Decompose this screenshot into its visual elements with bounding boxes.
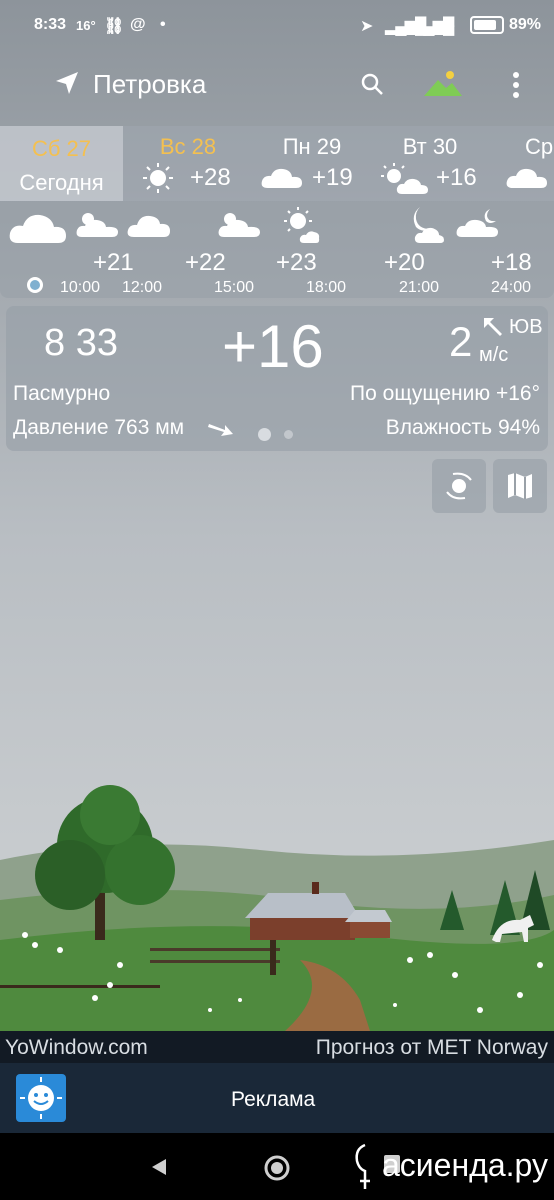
wind-speed: 2 (449, 318, 473, 365)
partly-cloudy-icon (76, 213, 118, 237)
day-tuesday[interactable]: Вт 30 +16 (380, 126, 480, 201)
hourly-time: 24:00 (491, 279, 532, 296)
wifi-icon: ◠ (442, 18, 455, 35)
hourly-forecast: +21 +22 +23 +20 +18 10:00 12:00 15:00 18… (0, 201, 554, 298)
hourly-temp: +22 (185, 249, 226, 276)
sun-icon (143, 163, 173, 193)
hourly-time: 21:00 (399, 279, 440, 296)
ad-bar[interactable]: Реклама (0, 1063, 554, 1133)
home-icon[interactable] (264, 1155, 290, 1181)
sun-orbit-icon (446, 472, 472, 500)
moon-cloud-icon (413, 207, 444, 243)
page-indicator[interactable] (284, 430, 293, 439)
cloud-icon (9, 214, 66, 243)
status-temp: 16° (76, 18, 96, 33)
humidity: Влажность 94% (385, 416, 540, 439)
pressure-trend-arrow-icon (208, 424, 233, 436)
system-navigation-bar: асиенда.ру (0, 1133, 554, 1200)
ad-label: Реклама (231, 1088, 316, 1111)
map-icon (508, 473, 532, 499)
current-conditions-card[interactable]: 8 33 +16 2 м/с ЮВ Пасмурно По ощущению +… (6, 306, 548, 451)
link-off-icon: ⛓ (104, 18, 125, 35)
battery-level: 89% (509, 16, 542, 33)
status-bar: 8:33 16° ⛓ @ • ➤ ▂▄▆█ ▂▄▆█ ◠ 89% (0, 0, 554, 50)
moon-cloud-icon (456, 209, 498, 237)
cloud-icon (127, 215, 170, 237)
watermark-text: асиенда.ру (382, 1147, 548, 1183)
more-menu-icon[interactable] (512, 71, 520, 99)
day-temp: +19 (312, 164, 353, 191)
hourly-time: 10:00 (60, 279, 101, 296)
day-today[interactable]: Сб 27 Сегодня (0, 126, 123, 201)
feels-like: По ощущению +16° (350, 382, 540, 405)
pressure: Давление 763 мм (13, 416, 185, 439)
footer-bar: YoWindow.com Прогноз от MET Norway (0, 1031, 554, 1063)
watermark-logo-icon (355, 1143, 370, 1189)
partly-cloudy-icon (381, 163, 428, 194)
wind-direction: ЮВ (509, 316, 543, 338)
status-time: 8:33 (34, 16, 67, 33)
sun-moon-button[interactable] (432, 459, 486, 513)
hourly-time: 12:00 (122, 279, 163, 296)
page-indicator-active[interactable] (258, 428, 271, 441)
forecast-source[interactable]: Прогноз от MET Norway (316, 1036, 548, 1060)
landscape-icon[interactable] (422, 68, 464, 98)
day-subtitle: Сегодня (19, 170, 104, 195)
hourly-temp: +21 (93, 249, 134, 276)
hourly-temp: +20 (384, 249, 425, 276)
day-name: Вт 30 (402, 134, 458, 159)
city-name[interactable]: Петровка (93, 69, 206, 100)
navigation-arrow-icon[interactable] (54, 70, 80, 96)
hourly-temp: +23 (276, 249, 317, 276)
current-temperature: +16 (222, 313, 324, 380)
wind-direction-arrow-icon (484, 318, 502, 336)
back-icon[interactable] (150, 1157, 168, 1177)
app-toolbar: Петровка (0, 55, 554, 115)
cloud-icon (261, 168, 302, 188)
hourly-temp: +18 (491, 249, 532, 276)
cloud-icon (506, 168, 547, 188)
hourly-time: 18:00 (306, 279, 347, 296)
partly-cloudy-icon (218, 213, 260, 237)
search-icon[interactable] (360, 72, 384, 96)
day-name: Пн 29 (282, 134, 342, 159)
daily-forecast-strip: Сб 27 Сегодня Вс 28 +28 Пн 29 +19 Вт 30 … (0, 126, 554, 201)
hourly-time: 15:00 (214, 279, 255, 296)
weather-condition: Пасмурно (13, 382, 111, 405)
day-monday[interactable]: Пн 29 +19 (261, 126, 362, 201)
current-time: 8 33 (44, 322, 118, 364)
day-sunday[interactable]: Вс 28 +28 (138, 126, 238, 201)
battery-icon (470, 16, 504, 34)
day-temp: +16 (436, 164, 477, 191)
location-icon: ➤ (360, 18, 374, 35)
day-name: Ср (525, 134, 554, 159)
map-button[interactable] (493, 459, 547, 513)
sun-cloud-icon (284, 207, 320, 243)
wind-unit: м/с (479, 344, 509, 366)
current-time-marker (27, 277, 43, 293)
app-logo-icon (16, 1074, 66, 1122)
day-temp: +28 (190, 164, 231, 191)
at-icon: @ (130, 16, 146, 33)
day-wednesday[interactable]: Ср (505, 126, 554, 201)
yowindow-link[interactable]: YoWindow.com (5, 1036, 148, 1060)
day-name: Вс 28 (159, 134, 217, 159)
day-name: Сб 27 (31, 136, 92, 161)
dot-icon: • (160, 16, 166, 33)
